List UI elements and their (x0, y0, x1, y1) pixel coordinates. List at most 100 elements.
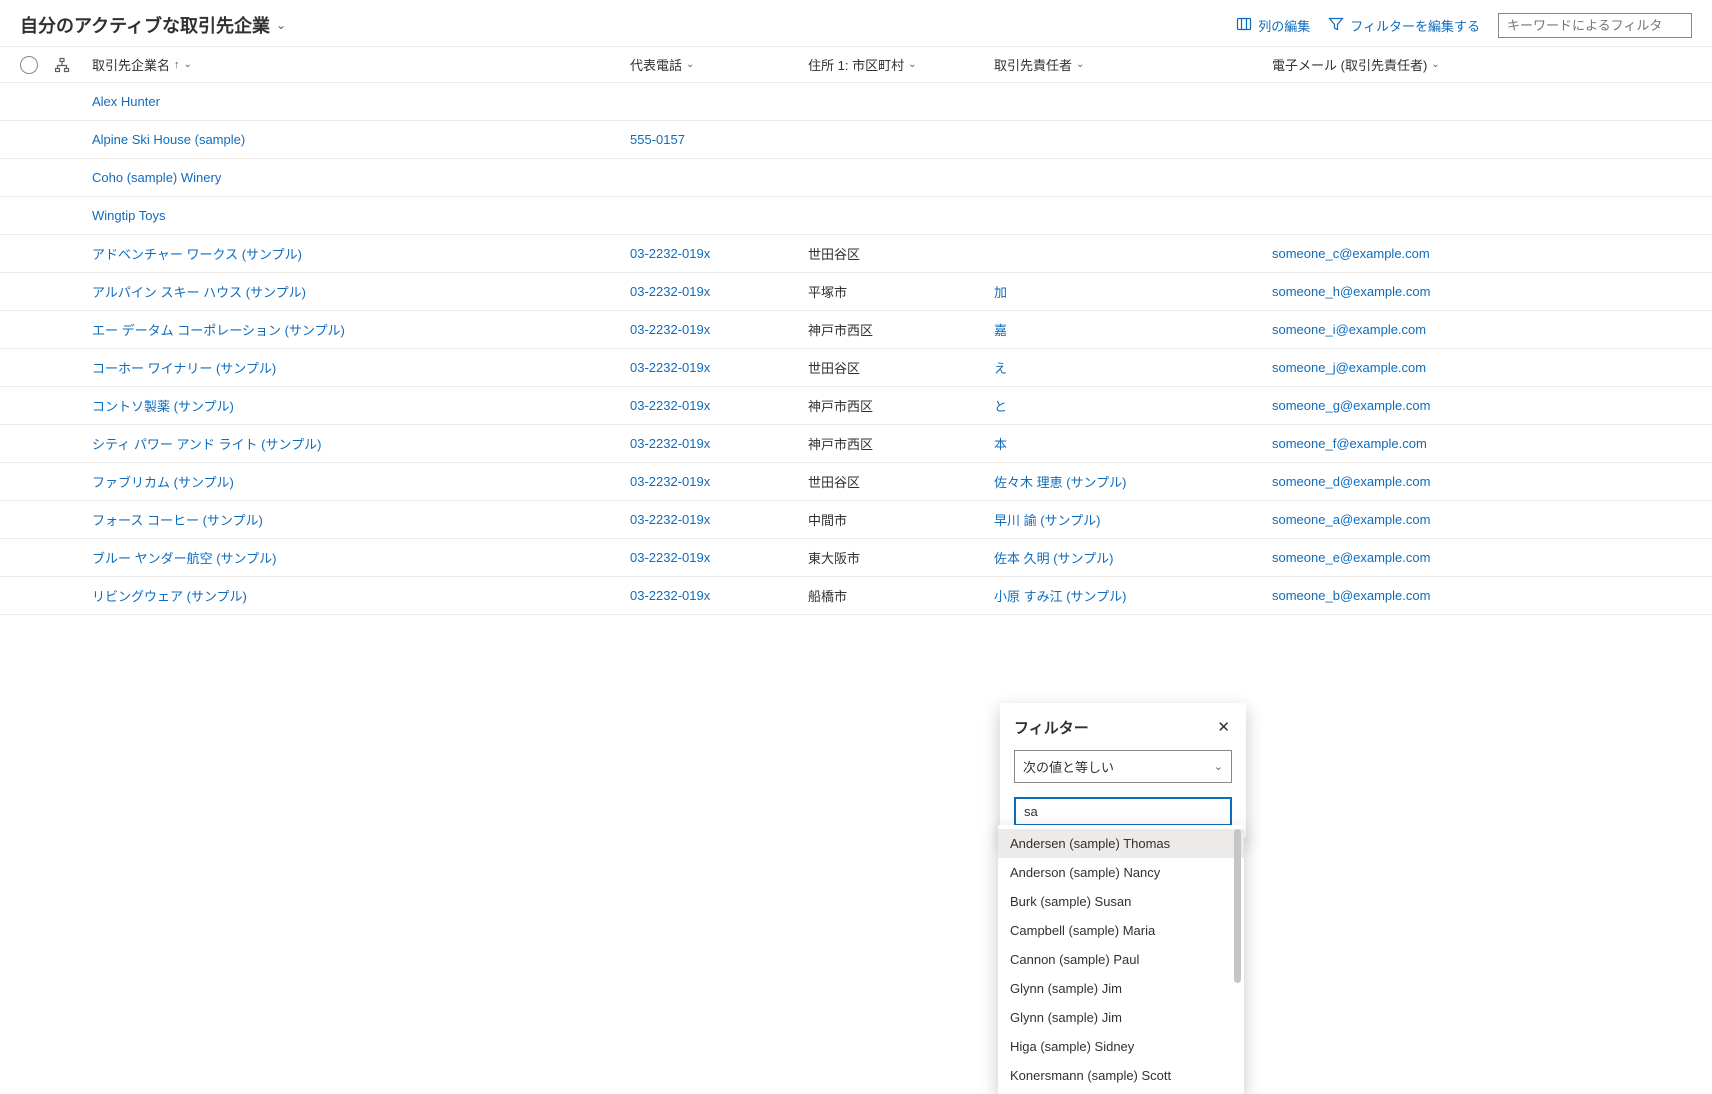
account-name-link[interactable]: Alpine Ski House (sample) (92, 132, 245, 147)
phone-link[interactable]: 03-2232-019x (630, 550, 710, 565)
chevron-down-icon: ⌄ (908, 59, 916, 70)
account-name-link[interactable]: Coho (sample) Winery (92, 170, 221, 185)
account-name-link[interactable]: リビングウェア (サンプル) (92, 586, 247, 605)
edit-filters-button[interactable]: フィルターを編集する (1328, 16, 1480, 35)
phone-link[interactable]: 03-2232-019x (630, 398, 710, 413)
contact-link[interactable]: 早川 諭 (サンプル) (994, 510, 1101, 529)
suggestion-item[interactable]: Burk (sample) Susan (998, 887, 1244, 916)
scrollbar[interactable] (1234, 829, 1241, 983)
suggestion-item[interactable]: Glynn (sample) Jim (998, 974, 1244, 1003)
column-header-phone[interactable]: 代表電話 ⌄ (630, 55, 808, 74)
table-row[interactable]: コーホー ワイナリー (サンプル) 03-2232-019x 世田谷区 え someon… (0, 349, 1712, 387)
suggestion-item[interactable]: Anderson (sample) Nancy (998, 858, 1244, 887)
filter-suggestions-list: Andersen (sample) ThomasAnderson (sample… (998, 825, 1244, 1094)
keyword-filter-input[interactable] (1498, 13, 1692, 38)
chevron-down-icon: ⌄ (184, 59, 192, 70)
table-row[interactable]: Wingtip Toys (0, 197, 1712, 235)
phone-link[interactable]: 03-2232-019x (630, 360, 710, 375)
contact-link[interactable]: 小原 すみ江 (サンプル) (994, 586, 1127, 605)
phone-link[interactable]: 03-2232-019x (630, 284, 710, 299)
city-text: 世田谷区 (808, 358, 860, 377)
account-name-link[interactable]: アルパイン スキー ハウス (サンプル) (92, 282, 306, 301)
table-row[interactable]: ファブリカム (サンプル)03-2232-019x世田谷区佐々木 理恵 (サンプ… (0, 463, 1712, 501)
city-text: 神戸市西区 (808, 320, 873, 339)
close-icon[interactable]: ✕ (1215, 718, 1232, 737)
phone-link[interactable]: 03-2232-019x (630, 436, 710, 451)
edit-columns-button[interactable]: 列の編集 (1236, 16, 1310, 35)
email-link[interactable]: someone_g@example.com (1272, 398, 1430, 413)
table-row[interactable]: Coho (sample) Winery (0, 159, 1712, 197)
contact-link[interactable]: 佐本 久明 (サンプル) (994, 548, 1114, 567)
column-header-name[interactable]: 取引先企業名 ↑ ⌄ (80, 55, 630, 74)
contact-link[interactable]: と (994, 396, 1007, 415)
chevron-down-icon: ⌄ (1076, 59, 1084, 70)
table-row[interactable]: シティ パワー アンド ライト (サンプル)03-2232-019x神戸市西区本… (0, 425, 1712, 463)
account-name-link[interactable]: コントソ製薬 (サンプル) (92, 396, 234, 415)
table-row[interactable]: Alpine Ski House (sample) 555-0157 (0, 121, 1712, 159)
table-row[interactable]: フォース コーヒー (サンプル)03-2232-019x中間市早川 諭 (サンプ… (0, 501, 1712, 539)
phone-link[interactable]: 03-2232-019x (630, 246, 710, 261)
phone-link[interactable]: 03-2232-019x (630, 512, 710, 527)
account-name-link[interactable]: シティ パワー アンド ライト (サンプル) (92, 434, 321, 453)
account-name-link[interactable]: エー データム コーポレーション (サンプル) (92, 320, 345, 339)
contact-link[interactable]: 加 (994, 282, 1007, 301)
account-name-link[interactable]: Wingtip Toys (92, 208, 165, 223)
contact-link[interactable]: 嘉 (994, 320, 1007, 339)
city-text: 船橋市 (808, 586, 847, 605)
column-header-email[interactable]: 電子メール (取引先責任者) ⌄ (1272, 55, 1712, 74)
suggestion-item[interactable]: Cannon (sample) Paul (998, 945, 1244, 974)
phone-link[interactable]: 03-2232-019x (630, 322, 710, 337)
chevron-down-icon: ⌄ (1431, 59, 1439, 70)
suggestion-item[interactable]: Higa (sample) Sidney (998, 1032, 1244, 1061)
phone-link[interactable]: 03-2232-019x (630, 474, 710, 489)
columns-icon (1236, 16, 1252, 35)
account-name-link[interactable]: コーホー ワイナリー (サンプル) (92, 358, 276, 377)
table-row[interactable]: ブルー ヤンダー航空 (サンプル) 03-2232-019x 東大阪市 佐本 久明 (… (0, 539, 1712, 577)
table-row[interactable]: Alex Hunter (0, 83, 1712, 121)
contact-link[interactable]: 佐々木 理恵 (サンプル) (994, 472, 1127, 491)
phone-link[interactable]: 03-2232-019x (630, 588, 710, 603)
table-row[interactable]: リビングウェア (サンプル) 03-2232-019x 船橋市 小原 すみ江 (サンプ… (0, 577, 1712, 615)
view-selector[interactable]: 自分のアクティブな取引先企業 ⌄ (20, 12, 286, 38)
chevron-down-icon: ⌄ (686, 59, 694, 70)
phone-link[interactable]: 555-0157 (630, 132, 685, 147)
email-link[interactable]: someone_b@example.com (1272, 588, 1430, 603)
table-row[interactable]: アルパイン スキー ハウス (サンプル) 03-2232-019x 平塚市 加 some… (0, 273, 1712, 311)
suggestion-item[interactable]: Glynn (sample) Jim (998, 1003, 1244, 1032)
email-link[interactable]: someone_h@example.com (1272, 284, 1430, 299)
email-link[interactable]: someone_d@example.com (1272, 474, 1430, 489)
email-link[interactable]: someone_c@example.com (1272, 246, 1430, 261)
account-name-link[interactable]: Alex Hunter (92, 94, 160, 109)
suggestion-item[interactable]: Andersen (sample) Thomas (998, 829, 1244, 858)
hierarchy-icon (54, 57, 70, 73)
suggestion-item[interactable]: Konersmann (sample) Scott (998, 1061, 1244, 1090)
city-text: 東大阪市 (808, 548, 860, 567)
contact-link[interactable]: え (994, 358, 1007, 377)
filter-value-input[interactable] (1014, 797, 1232, 826)
email-link[interactable]: someone_j@example.com (1272, 360, 1426, 375)
table-row[interactable]: エー データム コーポレーション (サンプル) 03-2232-019x 神戸市西区… (0, 311, 1712, 349)
filter-flyout: フィルター ✕ 次の値と等しい ⌄ Andersen (sample) Thom… (1000, 703, 1246, 838)
column-header-contact[interactable]: 取引先責任者 ⌄ (994, 55, 1272, 74)
account-name-link[interactable]: ブルー ヤンダー航空 (サンプル) (92, 548, 277, 567)
edit-filters-label: フィルターを編集する (1350, 16, 1480, 35)
account-name-link[interactable]: フォース コーヒー (サンプル) (92, 510, 263, 529)
email-link[interactable]: someone_a@example.com (1272, 512, 1430, 527)
table-row[interactable]: コントソ製薬 (サンプル) 03-2232-019x 神戸市西区 と someone_g… (0, 387, 1712, 425)
select-all-checkbox[interactable] (20, 56, 38, 74)
contact-link[interactable]: 本 (994, 434, 1007, 453)
city-text: 平塚市 (808, 282, 847, 301)
filter-operator-select[interactable]: 次の値と等しい ⌄ (1014, 750, 1232, 783)
account-name-link[interactable]: アドベンチャー ワークス (サンプル) (92, 244, 302, 263)
email-link[interactable]: someone_e@example.com (1272, 550, 1430, 565)
email-link[interactable]: someone_i@example.com (1272, 322, 1426, 337)
city-text: 世田谷区 (808, 244, 860, 263)
hierarchy-column-header[interactable] (44, 57, 80, 73)
suggestion-item[interactable]: Campbell (sample) Maria (998, 916, 1244, 945)
email-link[interactable]: someone_f@example.com (1272, 436, 1427, 451)
chevron-down-icon: ⌄ (276, 18, 286, 32)
city-text: 神戸市西区 (808, 396, 873, 415)
account-name-link[interactable]: ファブリカム (サンプル) (92, 472, 234, 491)
table-row[interactable]: アドベンチャー ワークス (サンプル) 03-2232-019x 世田谷区 someo… (0, 235, 1712, 273)
column-header-city[interactable]: 住所 1: 市区町村 ⌄ (808, 55, 994, 74)
